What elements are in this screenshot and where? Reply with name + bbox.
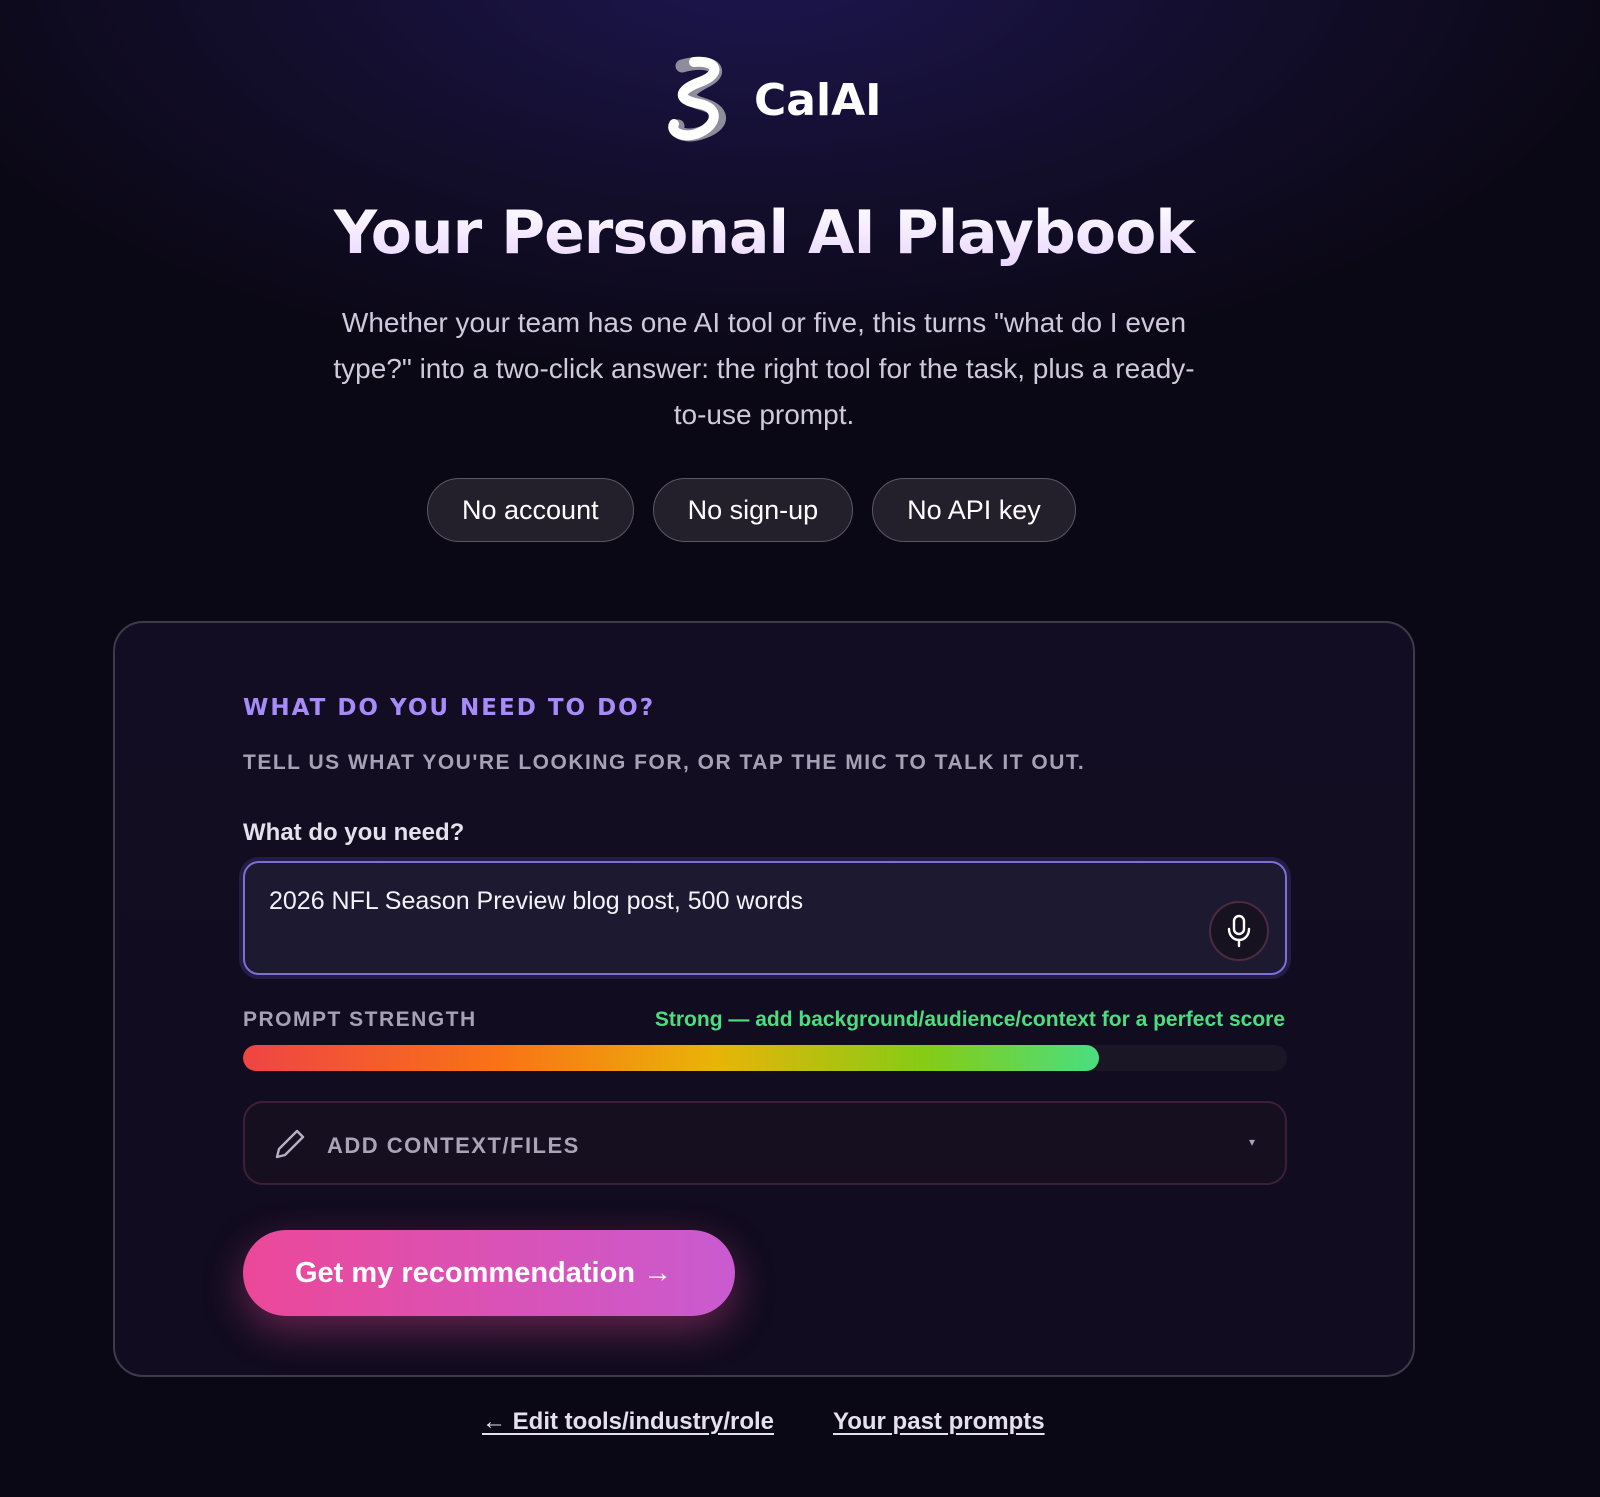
add-context-dropdown[interactable]: ADD CONTEXT/FILES ▾ [243,1101,1287,1185]
pencil-icon [275,1129,305,1159]
prompt-strength-bar [243,1045,1287,1071]
badge-no-account: No account [427,478,634,542]
badge-no-api-key: No API key [872,478,1076,542]
prompt-strength-status: Strong — add background/audience/context… [654,1008,1285,1031]
need-field-label: What do you need? [243,819,465,846]
page-subtitle: Whether your team has one AI tool or fiv… [333,307,1195,430]
card-subtitle: TELL US WHAT YOU'RE LOOKING FOR, OR TAP … [243,751,1086,774]
prompt-strength-fill [243,1045,1100,1071]
feature-badges: No account No sign-up No API key [427,478,1076,542]
need-input[interactable]: 2026 NFL Season Preview blog post, 500 w… [243,861,1287,975]
edit-tools-link[interactable]: ← Edit tools/industry/role [482,1408,774,1436]
calai-logo-icon [668,56,726,142]
card-title: WHAT DO YOU NEED TO DO? [243,695,656,721]
past-prompts-link[interactable]: Your past prompts [833,1408,1045,1436]
brand-name: CalAI [754,74,882,126]
get-recommendation-button[interactable]: Get my recommendation → [243,1230,735,1316]
need-input-value[interactable]: 2026 NFL Season Preview blog post, 500 w… [269,887,803,916]
brand-logo[interactable]: CalAI [660,52,882,148]
microphone-icon [1227,914,1251,948]
add-context-label: ADD CONTEXT/FILES [327,1133,580,1158]
task-card: WHAT DO YOU NEED TO DO? TELL US WHAT YOU… [113,621,1415,1377]
caret-down-icon: ▾ [1248,1135,1255,1149]
page-title: Your Personal AI Playbook [0,198,1528,268]
prompt-strength-label: PROMPT STRENGTH [243,1008,477,1031]
badge-no-signup: No sign-up [652,478,854,542]
mic-button[interactable] [1209,901,1269,961]
